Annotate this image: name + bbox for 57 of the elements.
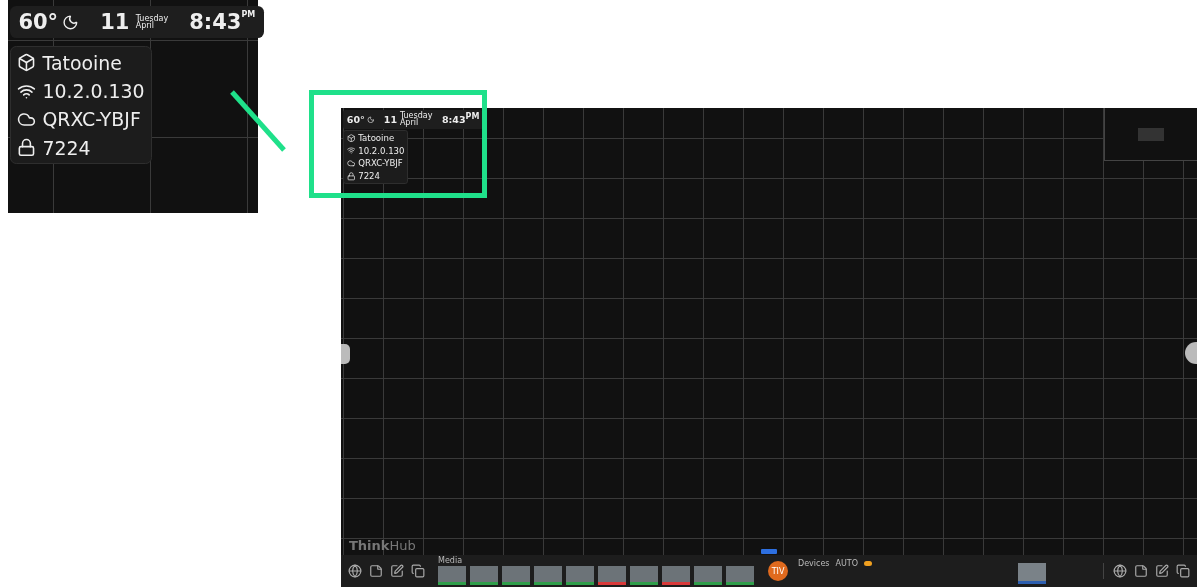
globe-button[interactable] — [347, 563, 363, 579]
info-text: Tatooine — [358, 132, 395, 143]
brand-logo: ThinkHub — [349, 538, 416, 553]
clock-time: 8:43 — [441, 114, 466, 125]
month: April — [399, 119, 419, 128]
moon-icon — [62, 13, 80, 31]
info-text: 7224 — [358, 171, 380, 182]
temperature: 60° — [18, 10, 59, 35]
pen-button[interactable] — [389, 563, 405, 579]
month: April — [135, 22, 154, 30]
cloud-icon — [346, 159, 356, 168]
media-label: Media — [438, 557, 464, 565]
side-handle[interactable] — [341, 344, 350, 364]
cube-icon — [17, 53, 37, 73]
info-text: 10.2.0.130 — [358, 145, 405, 156]
info-text: QRXC-YBJF — [358, 158, 403, 169]
auto-toggle[interactable] — [864, 561, 873, 566]
cube-icon — [346, 133, 356, 143]
media-thumbnail[interactable] — [662, 566, 690, 585]
info-text: 10.2.0.130 — [42, 79, 145, 102]
wifi-icon — [346, 146, 356, 155]
media-thumbnail[interactable] — [598, 566, 626, 585]
side-handle[interactable] — [1185, 342, 1197, 364]
date-day: 11 — [100, 10, 130, 35]
weekday: Tuesday — [135, 14, 169, 23]
globe-button[interactable] — [1112, 563, 1128, 579]
note-button[interactable] — [1133, 563, 1149, 579]
media-thumbnail[interactable] — [438, 566, 466, 585]
media-thumbnail[interactable] — [502, 566, 530, 585]
windows-button[interactable] — [410, 563, 426, 579]
device-thumbnail[interactable] — [1018, 562, 1047, 584]
temperature: 60° — [346, 114, 365, 125]
time-period: PM — [241, 10, 256, 20]
media-thumbnail[interactable] — [726, 566, 754, 585]
windows-button[interactable] — [1175, 563, 1191, 579]
info-text: QRXC-YBJF — [42, 108, 141, 131]
auto-label: AUTO — [835, 559, 859, 568]
media-thumbnail[interactable] — [630, 566, 658, 585]
leader-line — [228, 88, 288, 154]
info-text: Tatooine — [42, 51, 122, 74]
pen-button[interactable] — [1154, 563, 1170, 579]
time-period: PM — [465, 111, 480, 121]
weekday: Tuesday — [399, 111, 433, 120]
media-thumbnail[interactable] — [694, 566, 722, 585]
user-avatar[interactable]: TIV — [768, 561, 788, 581]
lock-icon — [17, 138, 37, 157]
lock-icon — [346, 172, 356, 181]
media-thumbnail[interactable] — [534, 566, 562, 585]
date-day: 11 — [383, 114, 397, 125]
note-button[interactable] — [368, 563, 384, 579]
moon-icon — [366, 115, 375, 124]
clock-time: 8:43 — [189, 10, 242, 35]
devices-label: Devices — [798, 559, 830, 568]
media-thumbnail[interactable] — [566, 566, 594, 585]
info-text: 7224 — [42, 136, 91, 159]
tab-indicator — [761, 549, 777, 554]
media-thumbnail[interactable] — [470, 566, 498, 585]
